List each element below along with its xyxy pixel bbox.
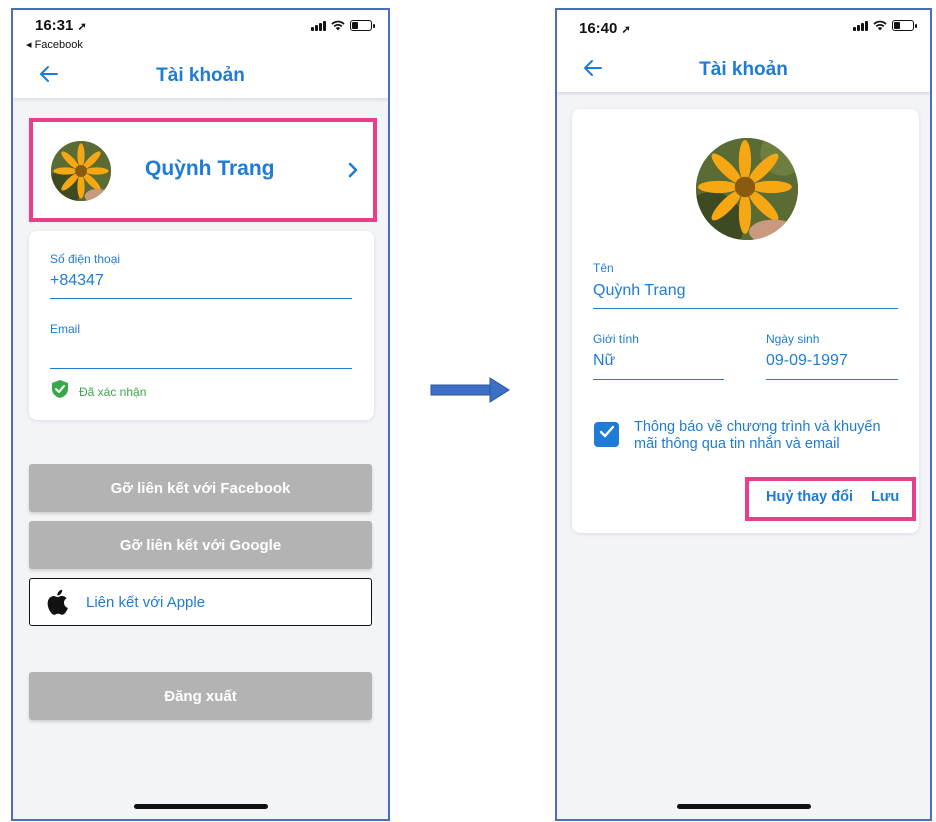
- location-arrow-icon: ➚: [621, 24, 631, 36]
- save-button[interactable]: Lưu: [871, 489, 899, 505]
- nav-bar: Tài khoản: [557, 48, 930, 92]
- profile-name: Quỳnh Trang: [145, 157, 275, 180]
- signal-icon: [853, 21, 868, 31]
- back-to-app-link[interactable]: ◂ Facebook: [26, 38, 83, 51]
- wifi-icon: [331, 20, 345, 31]
- birthday-underline: [766, 379, 898, 380]
- shield-check-icon: [51, 379, 69, 404]
- profile-card[interactable]: Quỳnh Trang: [29, 120, 374, 220]
- status-time: 16:31 ➚: [35, 17, 87, 34]
- location-arrow-icon: ➚: [77, 21, 87, 33]
- consent-text: Thông báo về chương trình và khuyến mãi …: [634, 419, 881, 452]
- status-icons: [853, 20, 917, 31]
- birthday-field[interactable]: 09-09-1997: [766, 352, 848, 370]
- phone-underline: [50, 298, 352, 299]
- email-underline: [50, 368, 352, 369]
- phone-screen-right: 16:40 ➚ Tài khoản Tên Quỳnh Trang Giới t…: [555, 8, 932, 821]
- consent-checkbox[interactable]: [594, 422, 619, 447]
- page-title: Tài khoản: [156, 65, 245, 86]
- page-title: Tài khoản: [699, 59, 788, 80]
- apple-icon: [46, 589, 68, 615]
- chevron-right-icon[interactable]: [348, 162, 358, 183]
- name-field[interactable]: Quỳnh Trang: [593, 282, 686, 300]
- signal-icon: [311, 21, 326, 31]
- gender-label: Giới tính: [593, 332, 639, 346]
- home-indicator[interactable]: [676, 804, 811, 809]
- birthday-label: Ngày sinh: [766, 332, 820, 346]
- avatar[interactable]: [696, 138, 798, 240]
- status-icons: [311, 20, 375, 31]
- phone-field[interactable]: +84347: [50, 272, 104, 290]
- nav-bar: Tài khoản: [13, 54, 388, 98]
- battery-icon: [350, 20, 375, 31]
- gender-underline: [593, 379, 724, 380]
- status-time: 16:40 ➚: [579, 20, 631, 37]
- unlink-google-button[interactable]: Gỡ liên kết với Google: [29, 521, 372, 569]
- cancel-changes-button[interactable]: Huỷ thay đổi: [766, 489, 853, 505]
- logout-label: Đăng xuất: [164, 687, 237, 705]
- transition-arrow-icon: [430, 377, 510, 408]
- verified-text: Đã xác nhận: [79, 384, 147, 399]
- link-apple-button[interactable]: Liên kết với Apple: [29, 578, 372, 626]
- unlink-facebook-label: Gỡ liên kết với Facebook: [110, 479, 291, 497]
- avatar: [51, 141, 111, 201]
- unlink-facebook-button[interactable]: Gỡ liên kết với Facebook: [29, 464, 372, 512]
- logout-button[interactable]: Đăng xuất: [29, 672, 372, 720]
- checkbox-check-icon: [599, 425, 615, 444]
- name-underline: [593, 308, 898, 309]
- verified-status: Đã xác nhận: [51, 379, 146, 404]
- phone-label: Số điện thoại: [50, 252, 121, 266]
- phone-screen-left: 16:31 ➚ ◂ Facebook Tài khoản Quỳnh Trang…: [11, 8, 390, 821]
- link-apple-label: Liên kết với Apple: [86, 593, 206, 611]
- email-label: Email: [50, 322, 81, 336]
- wifi-icon: [873, 20, 887, 31]
- contact-card: Số điện thoại +84347 Email Đã xác nhận: [29, 231, 374, 420]
- home-indicator[interactable]: [133, 804, 268, 809]
- unlink-google-label: Gỡ liên kết với Google: [119, 536, 282, 554]
- name-label: Tên: [593, 261, 614, 275]
- status-bar: 16:31 ➚ ◂ Facebook: [13, 10, 388, 58]
- edit-profile-card: Tên Quỳnh Trang Giới tính Nữ Ngày sinh 0…: [572, 109, 919, 533]
- gender-field[interactable]: Nữ: [593, 352, 615, 370]
- battery-icon: [892, 20, 917, 31]
